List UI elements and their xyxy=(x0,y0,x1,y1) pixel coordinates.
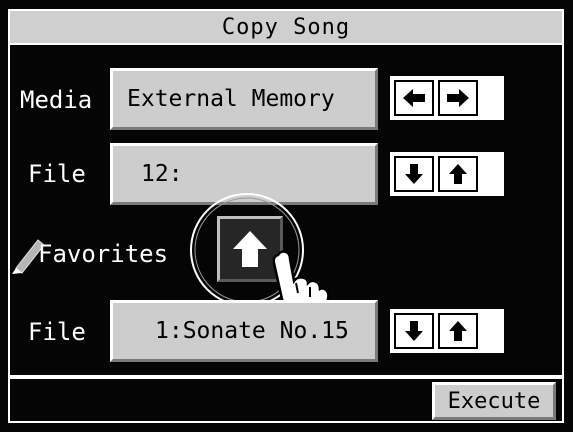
file-arrow-group xyxy=(390,152,504,196)
up-arrow-icon xyxy=(233,231,267,267)
execute-button[interactable]: Execute xyxy=(432,382,556,420)
left-arrow-icon xyxy=(403,89,425,107)
page-title: Copy Song xyxy=(221,14,351,40)
media-select-button[interactable]: External Memory xyxy=(110,68,378,130)
file-value: 12: xyxy=(141,161,183,187)
media-label: Media xyxy=(20,86,93,114)
file-down-button[interactable] xyxy=(394,313,434,349)
file-select-button[interactable]: 1:Sonate No.15 xyxy=(110,300,378,362)
favorites-label: Favorites xyxy=(38,240,169,268)
execute-label: Execute xyxy=(447,388,541,414)
media-right-button[interactable] xyxy=(438,80,478,116)
file-up-button[interactable] xyxy=(438,313,478,349)
up-arrow-icon xyxy=(449,164,467,184)
down-arrow-icon xyxy=(405,321,423,341)
file-arrow-group xyxy=(390,309,504,353)
touch-screen: Copy Song Media External Memory File 12: xyxy=(0,0,573,432)
right-arrow-icon xyxy=(447,89,469,107)
file-label: File xyxy=(28,318,86,346)
title-bar: Copy Song xyxy=(8,9,564,45)
file-down-button[interactable] xyxy=(394,156,434,192)
up-arrow-icon xyxy=(449,321,467,341)
file-value: 1:Sonate No.15 xyxy=(155,318,349,344)
file-label: File xyxy=(28,160,86,188)
down-arrow-icon xyxy=(405,164,423,184)
media-left-button[interactable] xyxy=(394,80,434,116)
file-up-button[interactable] xyxy=(438,156,478,192)
media-arrow-group xyxy=(390,76,504,120)
media-value: External Memory xyxy=(127,86,335,112)
